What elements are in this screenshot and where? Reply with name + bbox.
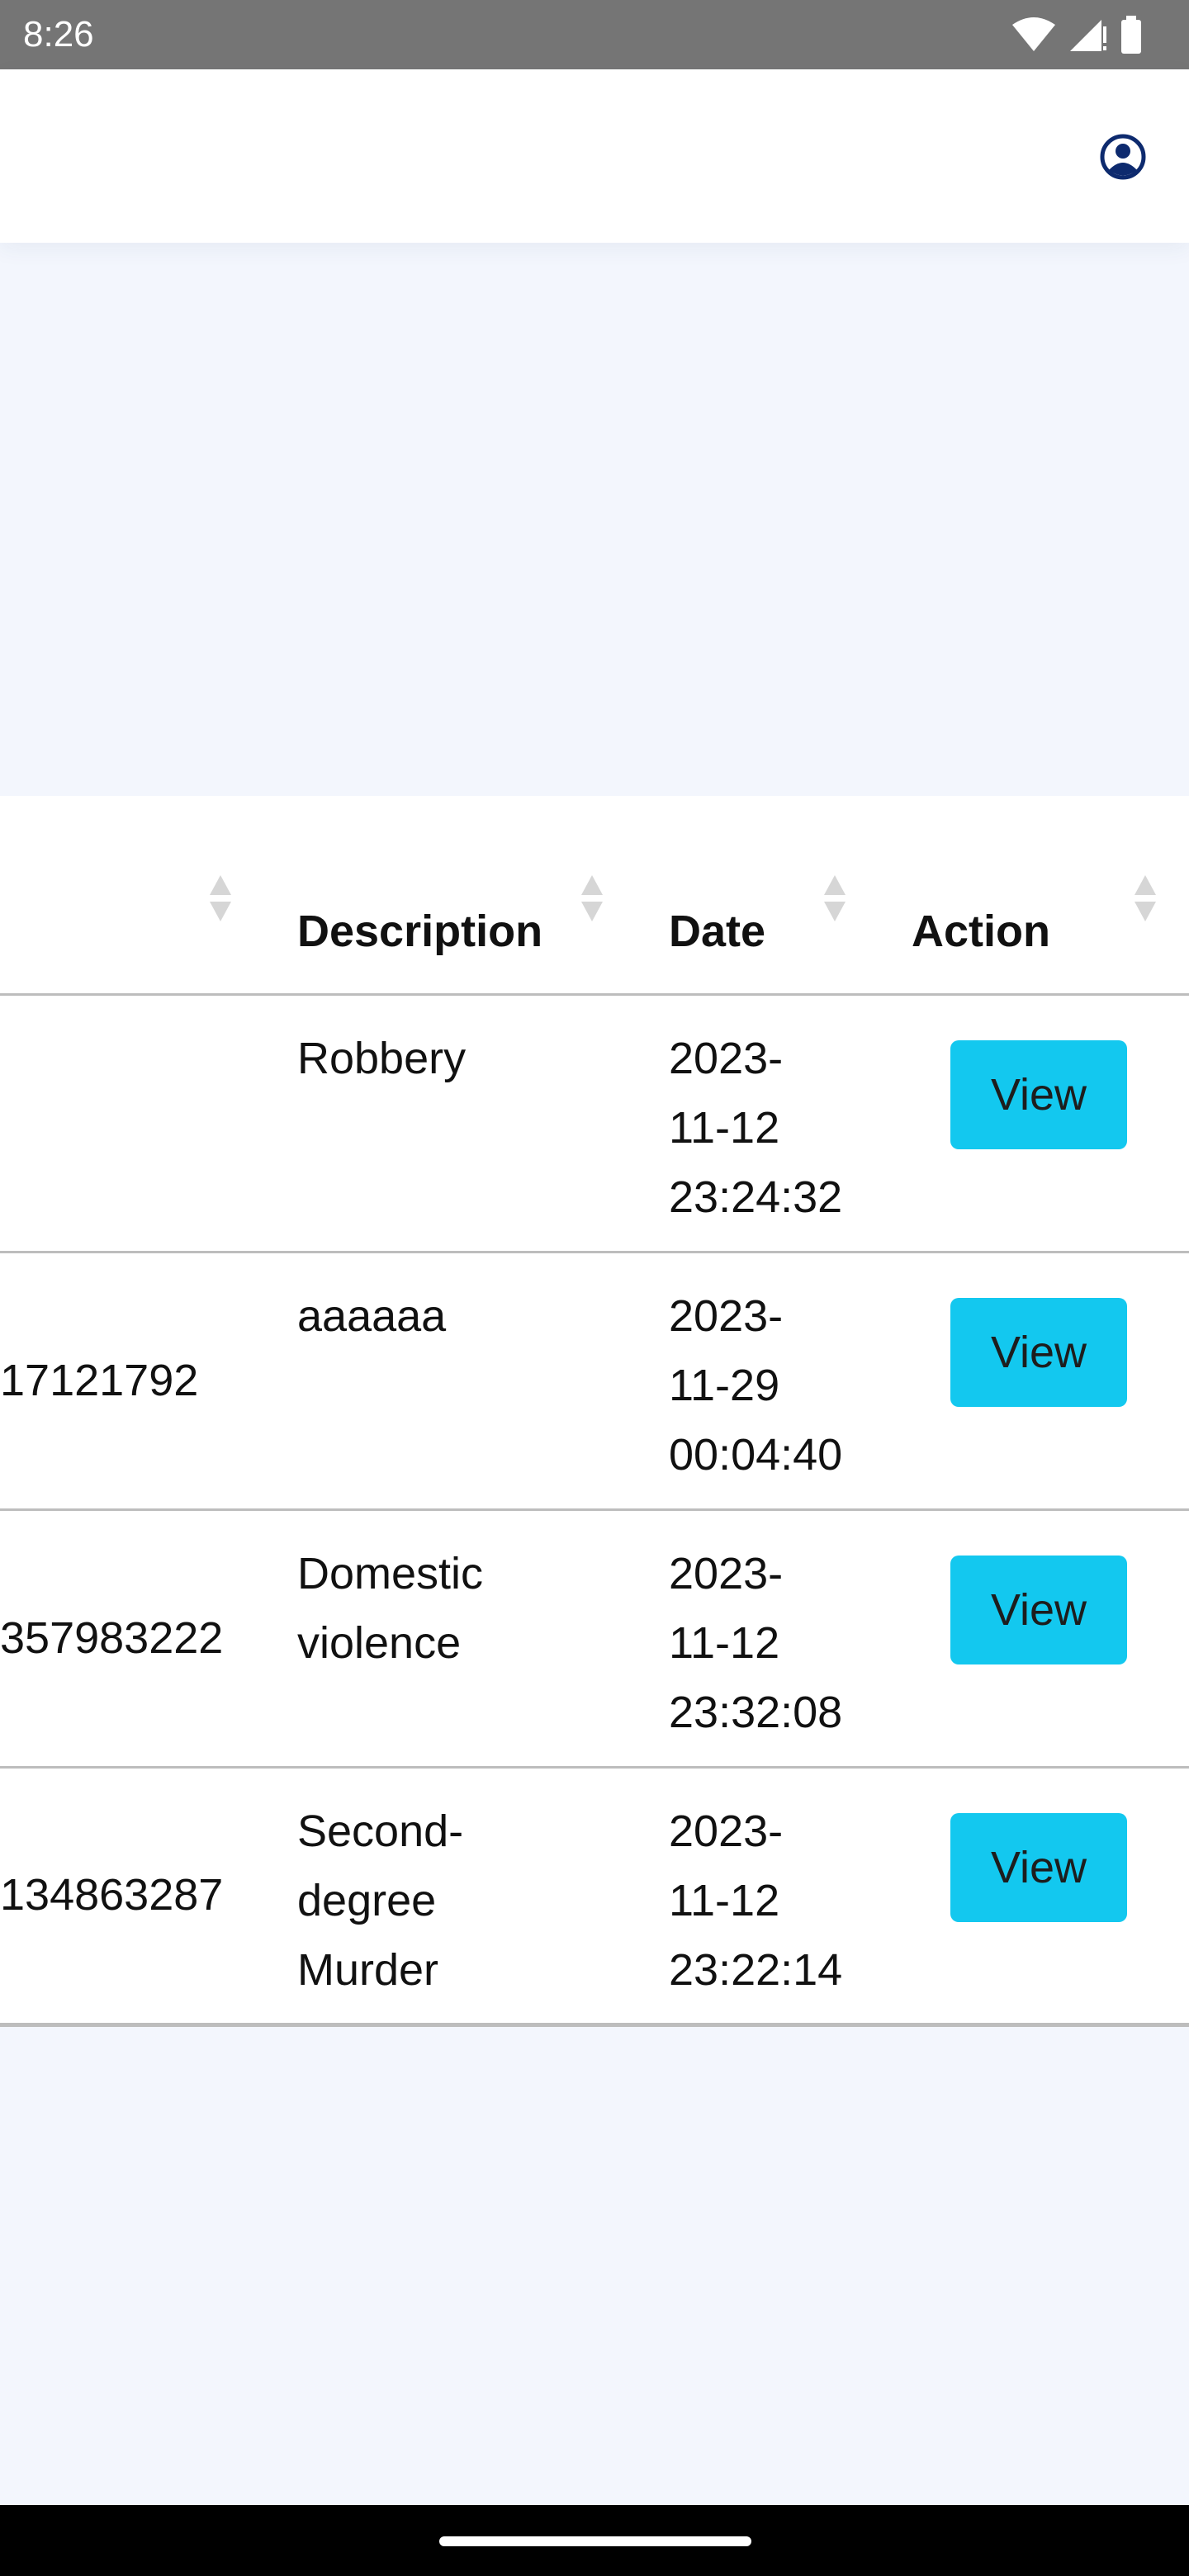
records-table-panel: Description Date Action Robbery 2023- 11…	[0, 796, 1189, 2024]
cell-id: 17121792	[0, 1355, 199, 1405]
date-line: 23:24:32	[669, 1172, 843, 1222]
wifi-icon	[1012, 17, 1055, 51]
date-line: 11-12	[669, 1875, 780, 1925]
cell-date: 2023- 11-29 00:04:40	[669, 1252, 912, 1509]
view-button[interactable]: View	[950, 1297, 1127, 1407]
cell-id	[0, 994, 297, 1252]
cell-id: 134863287	[0, 1870, 224, 1920]
sort-arrows-icon[interactable]	[1133, 872, 1158, 925]
description-line: degree	[297, 1875, 437, 1925]
view-button[interactable]: View	[950, 1812, 1127, 1922]
signal-icon	[1070, 20, 1106, 51]
description-line: aaaaaa	[297, 1290, 447, 1341]
table-row: 134863287 Second- degree Murder 2023- 11…	[0, 1767, 1189, 2024]
records-table: Description Date Action Robbery 2023- 11…	[0, 796, 1189, 2027]
home-gesture-handle[interactable]	[439, 2536, 751, 2546]
description-line: Domestic	[297, 1548, 484, 1598]
description-line: violence	[297, 1617, 462, 1668]
cell-date: 2023- 11-12 23:32:08	[669, 1509, 912, 1767]
column-header-description[interactable]: Description	[297, 796, 669, 996]
date-line: 2023-	[669, 1548, 784, 1598]
cell-action: View	[912, 1252, 1189, 1509]
system-navigation-bar	[0, 2505, 1189, 2576]
date-line: 23:32:08	[669, 1687, 843, 1737]
cell-description: aaaaaa	[297, 1252, 669, 1509]
view-button[interactable]: View	[950, 1039, 1127, 1149]
column-header-action[interactable]: Action	[912, 796, 1189, 996]
table-row: 17121792 aaaaaa 2023- 11-29 00:04:40 Vie…	[0, 1252, 1189, 1509]
date-line: 2023-	[669, 1033, 784, 1083]
table-row: Robbery 2023- 11-12 23:24:32 View	[0, 994, 1189, 1252]
cell-description: Domestic violence	[297, 1509, 669, 1767]
date-line: 23:22:14	[669, 1944, 843, 1995]
profile-button[interactable]	[1098, 132, 1148, 182]
table-row: 357983222 Domestic violence 2023- 11-12 …	[0, 1509, 1189, 1767]
account-circle-icon	[1100, 134, 1146, 180]
date-line: 2023-	[669, 1290, 784, 1341]
date-line: 2023-	[669, 1806, 784, 1856]
status-time: 8:26	[23, 14, 94, 54]
date-line: 00:04:40	[669, 1429, 843, 1480]
date-line: 11-12	[669, 1102, 780, 1153]
view-button[interactable]: View	[950, 1555, 1127, 1664]
cell-date: 2023- 11-12 23:24:32	[669, 994, 912, 1252]
description-line: Robbery	[297, 1033, 467, 1083]
column-header-id[interactable]	[0, 796, 297, 996]
cell-date: 2023- 11-12 23:22:14	[669, 1767, 912, 2024]
date-line: 11-12	[669, 1617, 780, 1668]
cell-action: View	[912, 994, 1189, 1252]
cell-description: Robbery	[297, 994, 669, 1252]
status-icons	[1011, 15, 1143, 54]
sort-arrows-icon[interactable]	[822, 872, 847, 925]
cell-action: View	[912, 1767, 1189, 2024]
column-header-date[interactable]: Date	[669, 796, 912, 996]
sort-arrows-icon[interactable]	[580, 872, 604, 925]
description-line: Second-	[297, 1806, 464, 1856]
app-header	[0, 69, 1189, 243]
battery-icon	[1121, 16, 1141, 54]
sort-arrows-icon[interactable]	[208, 872, 233, 925]
status-bar: 8:26	[0, 0, 1189, 69]
cell-description: Second- degree Murder	[297, 1767, 669, 2024]
cell-id: 357983222	[0, 1612, 224, 1663]
cell-action: View	[912, 1509, 1189, 1767]
description-line: Murder	[297, 1944, 439, 1995]
table-header-row: Description Date Action	[0, 796, 1189, 996]
date-line: 11-29	[669, 1360, 780, 1410]
